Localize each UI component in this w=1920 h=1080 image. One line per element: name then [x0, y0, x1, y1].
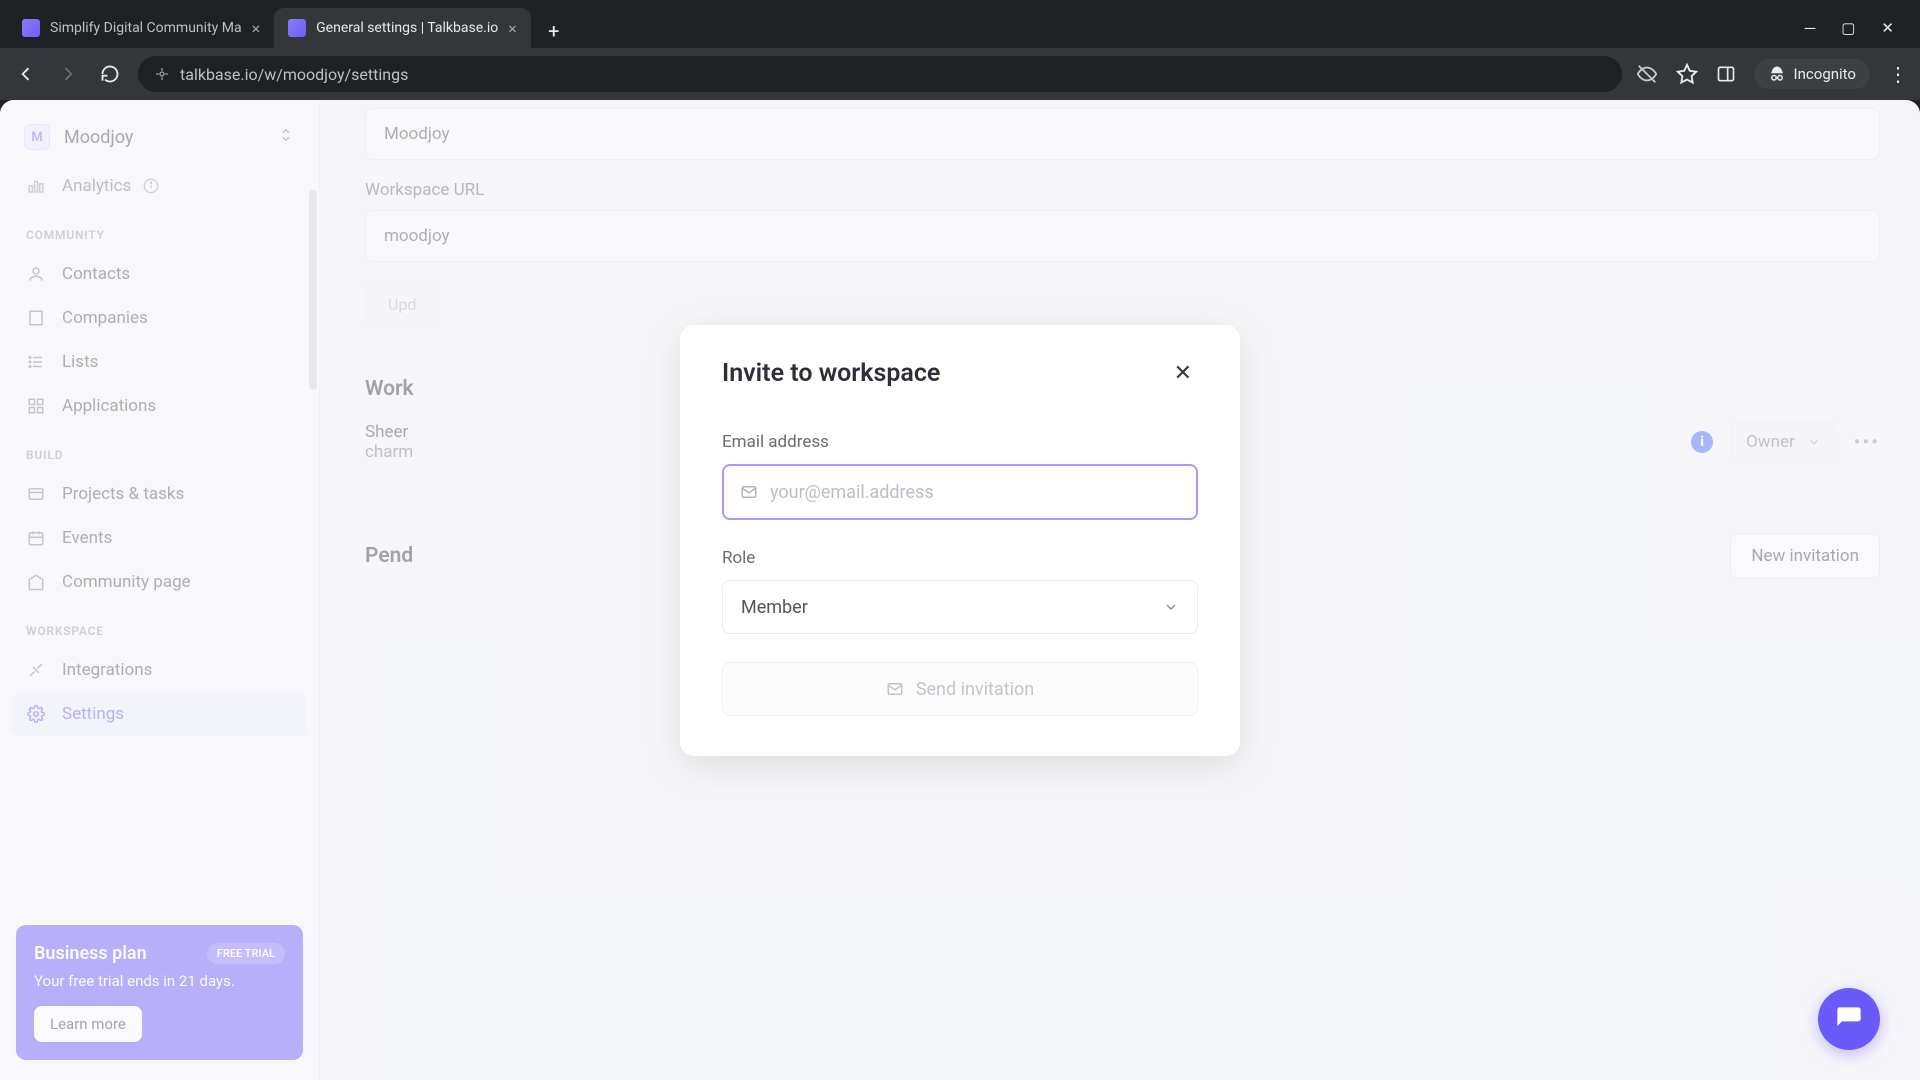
- send-invitation-button[interactable]: Send invitation: [722, 662, 1198, 716]
- close-window-icon[interactable]: ✕: [1881, 19, 1894, 37]
- chevron-down-icon: [1163, 599, 1179, 615]
- email-input[interactable]: [770, 482, 1180, 503]
- mail-icon: [740, 483, 758, 501]
- incognito-label: Incognito: [1794, 65, 1856, 83]
- tab-title: Simplify Digital Community Ma: [50, 20, 242, 36]
- browser-tab-bar: Simplify Digital Community Ma × General …: [0, 0, 1920, 48]
- kebab-menu-icon[interactable]: ⋮: [1888, 62, 1908, 86]
- button-label: Send invitation: [916, 679, 1034, 700]
- site-info-icon[interactable]: [154, 66, 170, 82]
- browser-tab[interactable]: Simplify Digital Community Ma ×: [8, 8, 274, 48]
- browser-toolbar: talkbase.io/w/moodjoy/settings Incognito…: [0, 48, 1920, 100]
- email-input-wrapper[interactable]: [722, 464, 1198, 520]
- url-text: talkbase.io/w/moodjoy/settings: [180, 65, 408, 84]
- side-panel-icon[interactable]: [1716, 64, 1736, 84]
- incognito-badge[interactable]: Incognito: [1754, 59, 1870, 89]
- modal-title: Invite to workspace: [722, 359, 940, 388]
- favicon-icon: [288, 19, 306, 37]
- reload-button[interactable]: [96, 60, 124, 88]
- incognito-icon: [1768, 65, 1786, 83]
- role-value: Member: [741, 597, 808, 618]
- role-select[interactable]: Member: [722, 580, 1198, 634]
- page-viewport: M Moodjoy Analytics COMMUNITY Contacts C…: [0, 100, 1920, 1080]
- field-label: Role: [722, 548, 1198, 568]
- browser-tab[interactable]: General settings | Talkbase.io ×: [274, 8, 531, 48]
- tab-close-icon[interactable]: ×: [508, 19, 517, 38]
- invite-modal: Invite to workspace ✕ Email address Role…: [680, 325, 1240, 756]
- mail-send-icon: [886, 680, 904, 698]
- forward-button[interactable]: [54, 60, 82, 88]
- back-button[interactable]: [12, 60, 40, 88]
- new-tab-button[interactable]: +: [537, 14, 571, 48]
- close-icon[interactable]: ✕: [1168, 359, 1198, 388]
- tab-title: General settings | Talkbase.io: [316, 20, 498, 36]
- chat-launcher[interactable]: [1818, 988, 1880, 1050]
- minimize-icon[interactable]: ─: [1805, 19, 1816, 37]
- bookmark-star-icon[interactable]: [1676, 63, 1698, 85]
- favicon-icon: [22, 19, 40, 37]
- field-label: Email address: [722, 432, 1198, 452]
- tab-close-icon[interactable]: ×: [252, 19, 261, 38]
- address-bar[interactable]: talkbase.io/w/moodjoy/settings: [138, 56, 1622, 92]
- eye-off-icon[interactable]: [1636, 63, 1658, 85]
- window-controls: ─ ▢ ✕: [1805, 8, 1912, 48]
- chat-icon: [1835, 1005, 1863, 1033]
- maximize-icon[interactable]: ▢: [1841, 19, 1855, 37]
